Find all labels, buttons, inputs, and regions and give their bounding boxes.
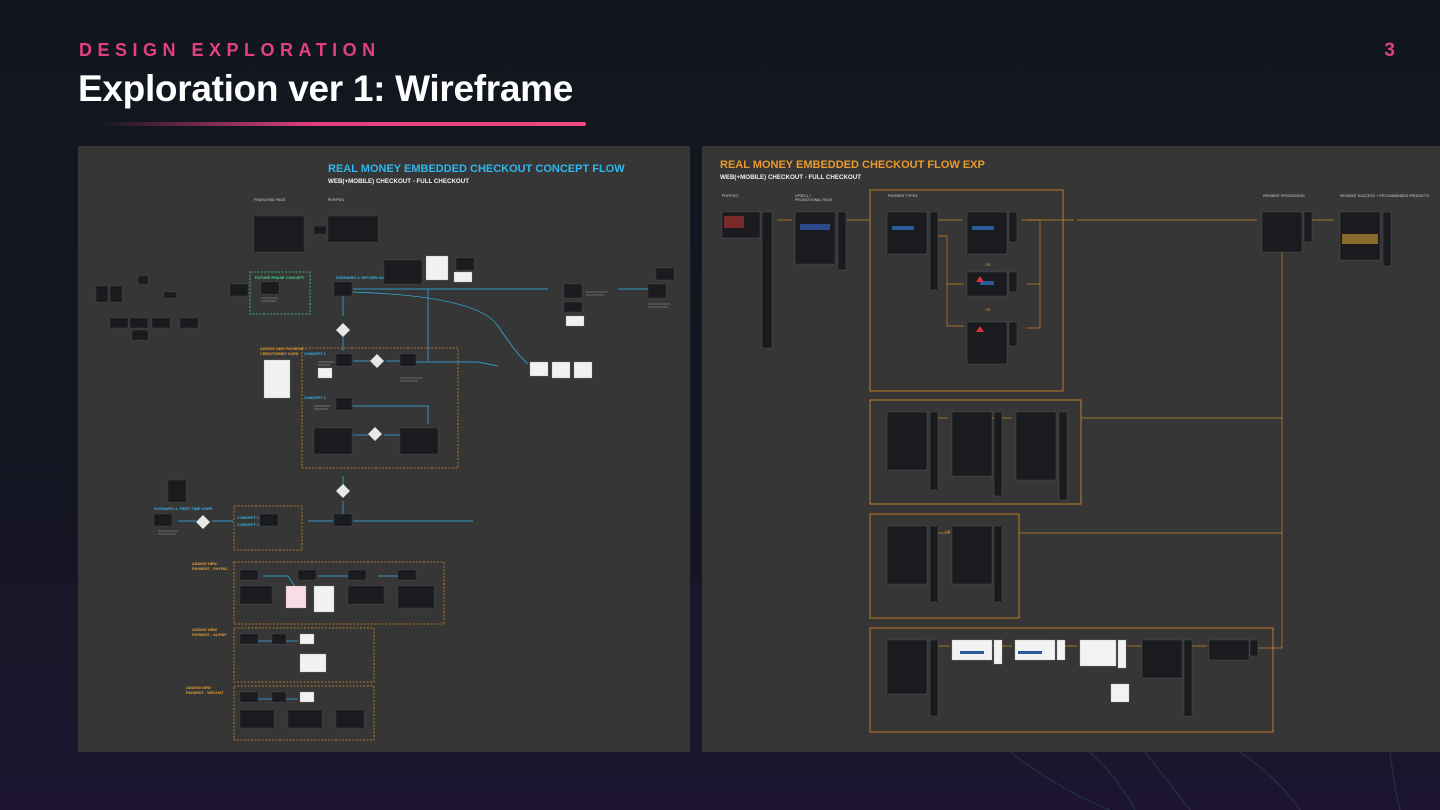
flow-exp-board: REAL MONEY EMBEDDED CHECKOUT FLOW EXP WE… xyxy=(702,146,1440,752)
page-title: Exploration ver 1: Wireframe xyxy=(78,68,574,109)
concept-flow-board: REAL MONEY EMBEDDED CHECKOUT CONCEPT FLO… xyxy=(78,146,690,752)
section-eyebrow: DESIGN EXPLORATION xyxy=(79,40,381,60)
title-underline xyxy=(96,122,586,126)
page-number: 3 xyxy=(1384,40,1395,61)
concept-flow-diagram xyxy=(95,215,675,741)
flow-exp-diagram xyxy=(721,189,1392,733)
